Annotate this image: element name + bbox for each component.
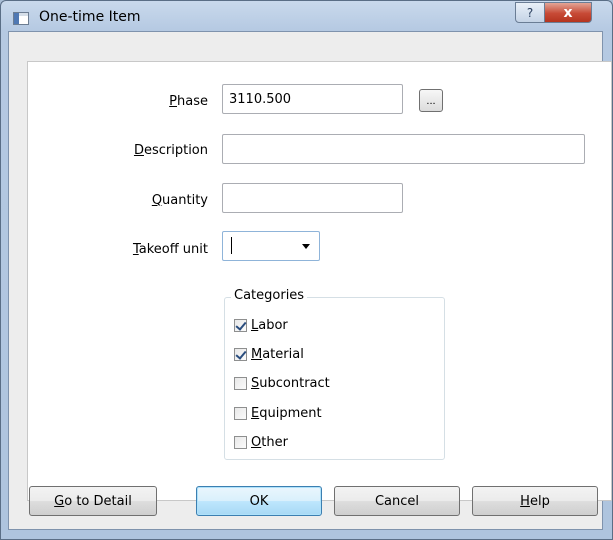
category-checkbox-subcontract[interactable]: Subcontract [234, 376, 330, 391]
categories-legend: Categories [231, 288, 308, 303]
takeoff-unit-label: Takeoff unit [132, 242, 208, 257]
checkbox-unchecked-icon[interactable] [234, 377, 247, 390]
ok-button[interactable]: OK [196, 486, 322, 516]
checkbox-unchecked-icon[interactable] [234, 407, 247, 420]
text-caret [231, 237, 232, 254]
category-label: Subcontract [251, 376, 330, 391]
category-checkbox-labor[interactable]: Labor [234, 318, 288, 333]
category-checkbox-equipment[interactable]: Equipment [234, 406, 322, 421]
category-label: Material [251, 347, 304, 362]
window-title: One-time Item [39, 9, 141, 25]
help-caption-button[interactable]: ? [515, 2, 545, 23]
close-button[interactable]: x [544, 2, 592, 23]
quantity-input[interactable] [222, 183, 403, 213]
category-label: Equipment [251, 406, 322, 421]
description-input[interactable] [222, 134, 585, 164]
quantity-label: Quantity [151, 193, 208, 208]
category-label: Other [251, 435, 288, 450]
phase-label: Phase [169, 94, 208, 109]
takeoff-unit-dropdown[interactable] [222, 231, 320, 261]
description-label: Description [133, 143, 208, 158]
question-mark-icon: ? [526, 5, 534, 20]
category-checkbox-material[interactable]: Material [234, 347, 304, 362]
go-to-detail-button[interactable]: Go to Detail [29, 486, 157, 516]
phase-input[interactable] [222, 84, 403, 114]
category-checkbox-other[interactable]: Other [234, 435, 288, 450]
close-icon: x [563, 4, 573, 21]
checkbox-unchecked-icon[interactable] [234, 436, 247, 449]
checkbox-checked-icon[interactable] [234, 319, 247, 332]
title-bar[interactable]: One-time Item ? x [1, 1, 612, 35]
cancel-button[interactable]: Cancel [334, 486, 460, 516]
checkbox-checked-icon[interactable] [234, 348, 247, 361]
phase-browse-button[interactable]: ... [419, 89, 443, 112]
help-button[interactable]: Help [472, 486, 598, 516]
chevron-down-icon[interactable] [302, 244, 310, 249]
app-icon [13, 12, 29, 25]
category-label: Labor [251, 318, 288, 333]
